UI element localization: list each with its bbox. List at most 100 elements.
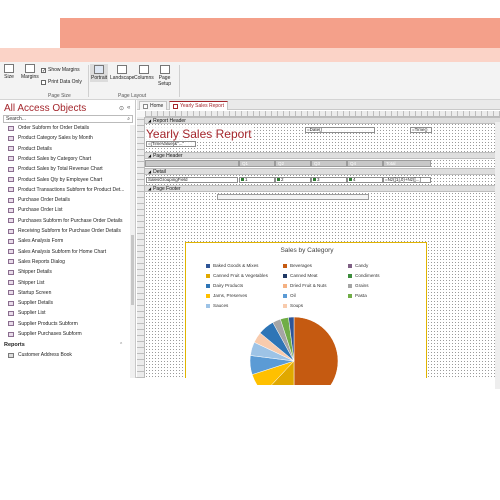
portrait-label: Portrait (91, 75, 108, 81)
nav-item[interactable]: Product Sales Qty by Employee Chart (8, 177, 102, 183)
portrait-button[interactable]: Portrait (90, 64, 109, 82)
nav-item-label: Product Sales Qty by Employee Chart (18, 176, 103, 183)
period-field[interactable]: =[TimeValue]&"..." (146, 141, 196, 147)
nav-scrollbar[interactable] (130, 125, 135, 378)
landscape-button[interactable]: Landscape (110, 65, 134, 81)
legend-label: Oil (290, 293, 296, 298)
nav-title[interactable]: All Access Objects (4, 103, 86, 114)
nav-item[interactable]: Supplier Products Subform (8, 321, 78, 327)
nav-item[interactable]: Sales Reports Dialog (8, 259, 65, 265)
detail-cell-3[interactable]: 3 (311, 177, 347, 183)
nav-section-reports[interactable]: Reports (4, 342, 25, 348)
nav-report-item[interactable]: Customer Address Book (8, 352, 72, 358)
nav-item[interactable]: Shipper Details (8, 269, 52, 275)
size-button[interactable]: Size (4, 64, 14, 80)
nav-item[interactable]: Sales Analysis Subform for Home Chart (8, 249, 106, 255)
header-cell-q1[interactable]: Q1 (239, 160, 275, 167)
form-icon (8, 197, 14, 203)
nav-item[interactable]: Supplier List (8, 310, 46, 316)
collapse-section-icon[interactable]: ⌃ (119, 342, 123, 348)
nav-item-label: Supplier Products Subform (18, 320, 78, 327)
tab-home[interactable]: Home (139, 101, 168, 110)
nav-item[interactable]: Supplier Details (8, 300, 53, 306)
nav-item[interactable]: Purchases Subform for Purchase Order Det… (8, 218, 123, 224)
form-icon (8, 259, 14, 265)
report-title-label[interactable]: Yearly Sales Report (146, 127, 252, 141)
page-footer-field[interactable] (217, 194, 369, 200)
portrait-icon (94, 65, 105, 74)
detail-label: Detail (153, 169, 166, 175)
nav-search-input[interactable]: Search... ⌕ (3, 115, 133, 123)
form-icon (8, 310, 14, 316)
date-field[interactable]: =Date() (305, 127, 375, 133)
report-header-bar[interactable]: ◢ Report Header (145, 117, 500, 124)
header-cell-q3[interactable]: Q3 (311, 160, 347, 167)
nav-item-label: Product Transactions Subform for Product… (18, 186, 125, 193)
nz-total-field[interactable]: =Nz([1],0)+Nz([...] (383, 177, 431, 183)
detail-cell-2[interactable]: 2 (275, 177, 311, 183)
columns-button[interactable]: Columns (134, 65, 154, 81)
form-icon (8, 290, 14, 296)
group-page-size: Page Size (48, 93, 71, 99)
header-cell-blank[interactable] (145, 160, 239, 167)
show-margins-checkbox[interactable]: Show Margins (41, 67, 80, 73)
design-canvas[interactable]: ◢ Report Header Yearly Sales Report =Date… (145, 117, 500, 385)
detail-cell-1[interactable]: 1 (239, 177, 275, 183)
nav-scroll-thumb[interactable] (131, 235, 134, 305)
legend-label: Jams, Preserves (213, 293, 248, 298)
group-field[interactable]: SalesGroupingField (146, 177, 238, 183)
nav-item-label: Purchase Order List (18, 207, 63, 214)
page-setup-button[interactable]: Page Setup (158, 65, 171, 87)
time-field[interactable]: =Time() (410, 127, 432, 133)
page-header-label: Page Header (153, 153, 183, 159)
nav-item[interactable]: Product Category Sales by Month (8, 135, 93, 141)
navigation-pane: All Access Objects ⊙ « Search... ⌕ Order… (0, 100, 136, 378)
tab-yearly-sales-report[interactable]: Yearly Sales Report (169, 101, 229, 110)
nav-item[interactable]: Purchase Order List (8, 207, 62, 213)
nav-item[interactable]: Receiving Subform for Purchase Order Det… (8, 228, 121, 234)
nav-item[interactable]: Product Transactions Subform for Product… (8, 187, 124, 193)
form-icon (8, 207, 14, 213)
page-header-bar[interactable]: ◢ Page Header (145, 152, 500, 159)
header-cell-q4[interactable]: Q4 (347, 160, 383, 167)
nav-item-label: Product Details (18, 145, 52, 152)
page-footer-bar[interactable]: ◢ Page Footer (145, 185, 500, 192)
print-data-only-checkbox[interactable]: Print Data Only (41, 79, 82, 85)
form-icon (8, 300, 14, 306)
page-size-icon (4, 64, 14, 73)
nav-item[interactable]: Product Details (8, 146, 52, 152)
nav-item[interactable]: Product Sales by Category Chart (8, 156, 91, 162)
header-cell-total[interactable]: Total (383, 160, 431, 167)
nav-menu-icon[interactable]: ⊙ (119, 105, 124, 112)
nav-item[interactable]: Supplier Purchases Subform (8, 331, 82, 337)
header-cell-q2[interactable]: Q2 (275, 160, 311, 167)
sales-by-category-chart[interactable]: Sales by Category Baked Goods & Mixes Bev… (185, 242, 427, 385)
legend-label: Condiments (355, 273, 380, 278)
legend-item: Grains (348, 283, 369, 288)
collapse-pane-icon[interactable]: « (127, 105, 130, 111)
legend-swatch (283, 293, 287, 298)
section-arrow-icon: ◢ (148, 118, 152, 123)
nav-item[interactable]: Shipper List (8, 280, 44, 286)
margins-button[interactable]: Margins (21, 64, 39, 80)
legend-item: Candy (348, 263, 368, 268)
columns-label: Columns (134, 75, 154, 81)
legend-item: Pasta (348, 293, 367, 298)
nav-item[interactable]: Product Sales by Total Revenue Chart (8, 166, 103, 172)
form-icon (8, 156, 14, 162)
nav-item[interactable]: Purchase Order Details (8, 197, 70, 203)
nav-item[interactable]: Order Subform for Order Details (8, 125, 89, 131)
detail-bar[interactable]: ◢ Detail (145, 168, 500, 175)
legend-label: Dried Fruit & Nuts (290, 283, 327, 288)
nav-item[interactable]: Startup Screen (8, 290, 51, 296)
report-header-label: Report Header (153, 118, 186, 124)
detail-cell-4[interactable]: 4 (347, 177, 383, 183)
design-scrollbar[interactable] (495, 122, 500, 389)
legend-label: Beverages (290, 263, 312, 268)
page-footer-label: Page Footer (153, 186, 181, 192)
nav-item[interactable]: Sales Analysis Form (8, 238, 63, 244)
nav-item-label: Sales Analysis Subform for Home Chart (18, 248, 107, 255)
legend-item: Canned Meat (283, 273, 318, 278)
legend-item: Dairy Products (206, 283, 243, 288)
nav-item-label: Product Category Sales by Month (18, 135, 93, 142)
